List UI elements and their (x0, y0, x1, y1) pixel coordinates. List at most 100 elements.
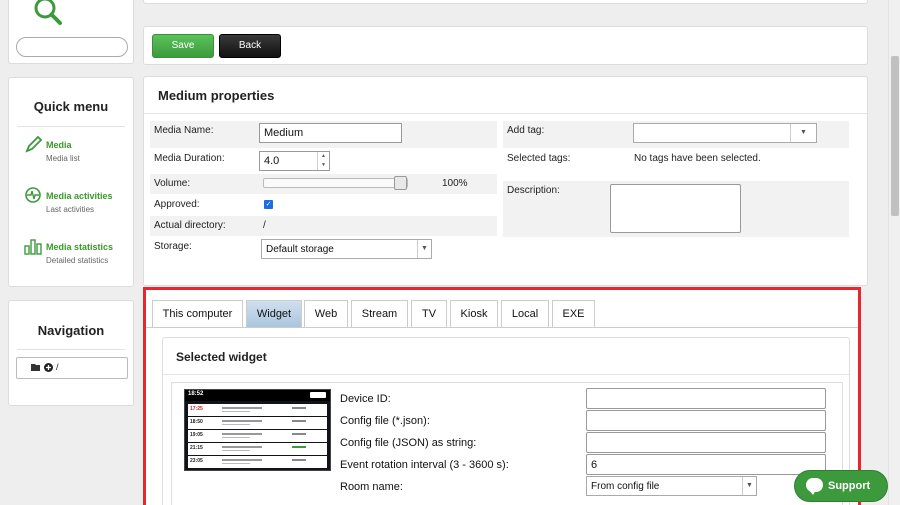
thumbnail-row: 21:15 (188, 443, 327, 455)
storage-label: Storage: (154, 241, 192, 252)
quick-menu-item-media[interactable]: Media Media list (24, 135, 130, 169)
approved-checkbox[interactable]: ✓ (264, 200, 273, 209)
chat-icon (806, 478, 823, 495)
quick-menu-title: Quick menu (33, 99, 109, 114)
panel-title: Selected widget (176, 350, 267, 364)
media-name-row: Media Name: (150, 121, 497, 148)
quick-menu-item-label: Media activities (46, 191, 113, 201)
room-name-select[interactable]: From config file ▼ (586, 476, 757, 496)
add-tag-label: Add tag: (507, 125, 545, 136)
tab-tv[interactable]: TV (411, 300, 447, 327)
media-name-input[interactable] (259, 123, 402, 143)
navigation-title: Navigation (37, 323, 105, 338)
approved-row: Approved: ✓ (150, 195, 497, 215)
search-input[interactable] (16, 37, 128, 57)
bar-chart-icon (24, 237, 44, 257)
volume-row: Volume: 100% (150, 174, 497, 194)
config-file-input[interactable] (586, 410, 826, 431)
approved-label: Approved: (154, 199, 200, 210)
thumbnail-logo (310, 392, 326, 398)
volume-slider-handle[interactable] (394, 176, 407, 190)
volume-value: 100% (442, 178, 468, 189)
quick-menu-item-label: Media statistics (46, 242, 114, 252)
page-scrollbar[interactable] (888, 0, 900, 505)
widget-form: 18:52 17:25 18:50 19:05 21:15 23:05 Devi… (171, 382, 843, 505)
device-id-input[interactable] (586, 388, 826, 409)
selected-tags-value: No tags have been selected. (634, 153, 761, 164)
support-button[interactable]: Support (794, 470, 888, 502)
spin-arrows-icon[interactable]: ▲ ▼ (317, 152, 329, 170)
directory-row: Actual directory: / (150, 216, 497, 236)
device-id-label: Device ID: (340, 393, 391, 405)
add-tag-select[interactable]: ▼ (633, 123, 817, 143)
support-label: Support (828, 480, 871, 492)
back-button[interactable]: Back (219, 34, 281, 58)
tab-this-computer[interactable]: This computer (152, 300, 243, 327)
quick-menu-item-sub: Last activities (46, 205, 95, 214)
divider (17, 349, 125, 350)
config-file-label: Config file (*.json): (340, 415, 430, 427)
add-circle-icon[interactable] (44, 363, 53, 374)
room-name-label: Room name: (340, 481, 403, 493)
description-textarea[interactable] (610, 184, 741, 233)
tab-stream[interactable]: Stream (351, 300, 408, 327)
widget-thumbnail: 18:52 17:25 18:50 19:05 21:15 23:05 (184, 389, 331, 471)
divider (17, 126, 125, 127)
quick-menu-item-sub: Detailed statistics (46, 256, 109, 265)
event-rotation-input[interactable] (586, 454, 826, 475)
divider (146, 327, 858, 328)
description-label: Description: (507, 185, 560, 196)
add-tag-row: Add tag: ▼ (503, 121, 849, 148)
divider (144, 113, 867, 114)
media-duration-stepper[interactable]: 4.0 ▲ ▼ (259, 151, 330, 171)
navigation-panel: Navigation / (8, 300, 134, 406)
quick-menu-item-media-activities[interactable]: Media activities Last activities (24, 186, 130, 220)
quick-menu-item-sub: Media list (46, 154, 80, 163)
selected-tags-label: Selected tags: (507, 153, 571, 164)
media-duration-row: Media Duration: 4.0 ▲ ▼ (150, 149, 497, 173)
quick-menu-item-label: Media (46, 140, 72, 150)
scrollbar-thumb[interactable] (891, 56, 899, 216)
tab-widget[interactable]: Widget (246, 300, 302, 327)
thumbnail-header: 18:52 (185, 390, 330, 401)
thumbnail-row: 23:05 (188, 456, 327, 468)
logo-panel (8, 0, 134, 64)
storage-select[interactable]: Default storage ▼ (261, 239, 432, 259)
directory-label: Actual directory: (154, 220, 226, 231)
chevron-down-icon: ▼ (417, 240, 431, 258)
media-name-label: Media Name: (154, 125, 214, 136)
chevron-down-icon: ▼ (742, 477, 756, 495)
media-duration-label: Media Duration: (154, 153, 225, 164)
navigation-path-text[interactable]: / (56, 362, 59, 372)
tab-local[interactable]: Local (501, 300, 549, 327)
room-name-value: From config file (591, 481, 660, 492)
quick-menu-panel: Quick menu Media Media list Media activi… (8, 77, 134, 287)
tab-exe[interactable]: EXE (552, 300, 595, 327)
directory-value: / (263, 220, 266, 231)
quick-menu-item-media-statistics[interactable]: Media statistics Detailed statistics (24, 237, 130, 271)
medium-properties-panel: Medium properties Media Name: Media Dura… (143, 76, 868, 286)
storage-row: Storage: Default storage ▼ (150, 237, 497, 263)
navigation-path[interactable]: / (16, 357, 128, 379)
tab-web[interactable]: Web (304, 300, 348, 327)
storage-select-value: Default storage (266, 244, 334, 255)
folder-open-icon (31, 363, 41, 374)
thumbnail-row: 17:25 (188, 404, 327, 416)
action-bar: Save Back (143, 26, 868, 65)
save-button[interactable]: Save (152, 34, 214, 58)
top-panel (143, 0, 868, 4)
media-source-panel: This computer Widget Web Stream TV Kiosk… (143, 287, 861, 505)
search-icon (33, 0, 63, 31)
thumbnail-row: 18:50 (188, 417, 327, 429)
event-rotation-label: Event rotation interval (3 - 3600 s): (340, 459, 509, 471)
volume-label: Volume: (154, 178, 191, 189)
chevron-down-icon: ▼ (790, 124, 816, 142)
config-string-input[interactable] (586, 432, 826, 453)
divider (163, 374, 849, 375)
volume-slider[interactable] (263, 176, 408, 190)
description-row: Description: (503, 181, 849, 237)
thumbnail-row: 19:05 (188, 430, 327, 442)
config-string-label: Config file (JSON) as string: (340, 437, 477, 449)
media-duration-value: 4.0 (264, 155, 280, 167)
tab-kiosk[interactable]: Kiosk (450, 300, 498, 327)
